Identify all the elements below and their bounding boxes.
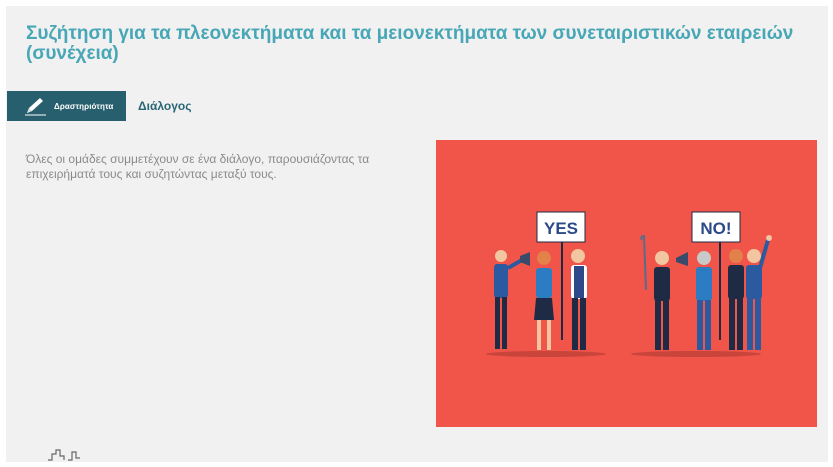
audio-wave-icon[interactable] [48,448,108,462]
activity-description: Όλες οι ομάδες συμμετέχουν σε ένα διάλογ… [26,152,370,181]
person-figure [728,249,744,350]
person-figure [494,250,530,349]
activity-tag: Δραστηριότητα [7,91,126,121]
person-figure [696,251,712,350]
sign-yes-label: YES [544,219,578,238]
page-title: Συζήτηση για τα πλεονεκτήματα και τα μει… [26,23,794,64]
debate-illustration: YES NO! [436,140,817,427]
activity-tag-label: Δραστηριότητα [54,101,114,111]
sign-no-label: NO! [700,219,731,238]
person-figure [571,249,587,350]
activity-name: Διάλογος [138,99,192,113]
person-figure [746,235,772,350]
pencil-icon [24,96,48,116]
person-figure [640,234,670,350]
person-figure [534,251,554,350]
